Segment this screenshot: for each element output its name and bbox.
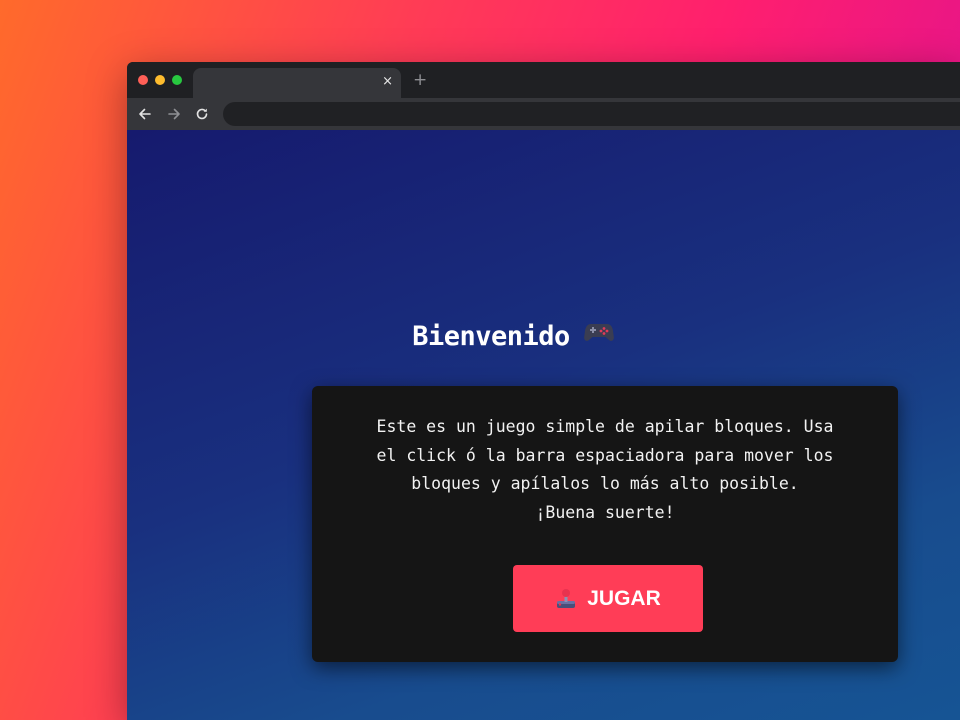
page-viewport: Bienvenido Este es un juego simple de ap… (127, 130, 960, 720)
minimize-window-button[interactable] (155, 75, 165, 85)
tab-close-button[interactable]: × (382, 74, 393, 90)
address-bar[interactable] (223, 102, 960, 126)
browser-toolbar (127, 98, 960, 130)
game-description: Este es un juego simple de apilar bloque… (334, 413, 876, 527)
maximize-window-button[interactable] (172, 75, 182, 85)
play-button-label: JUGAR (587, 586, 661, 610)
reload-icon (196, 108, 208, 120)
description-line: bloques y apílalos lo más alto posible. (411, 474, 799, 493)
description-line: el click ó la barra espaciadora para mov… (376, 445, 834, 465)
page-title-text: Bienvenido (412, 321, 570, 352)
description-line: Este es un juego simple de apilar bloque… (376, 417, 834, 436)
back-button[interactable] (136, 105, 154, 123)
play-button[interactable]: JUGAR (513, 565, 703, 632)
arrow-right-icon (168, 108, 180, 120)
intro-card: Este es un juego simple de apilar bloque… (312, 386, 898, 662)
description-line: ¡Buena suerte! (535, 502, 675, 522)
gamepad-icon (583, 315, 614, 355)
reload-button[interactable] (193, 105, 211, 123)
browser-window: × + Bienvenido Este es un juego simple d… (127, 62, 960, 720)
new-tab-button[interactable]: + (413, 71, 427, 89)
tab-bar: × + (127, 62, 960, 98)
forward-button[interactable] (165, 105, 183, 123)
page-title: Bienvenido (313, 317, 713, 357)
close-window-button[interactable] (138, 75, 148, 85)
joystick-icon (555, 588, 577, 610)
arrow-left-icon (139, 108, 151, 120)
browser-tab[interactable]: × (193, 68, 401, 98)
